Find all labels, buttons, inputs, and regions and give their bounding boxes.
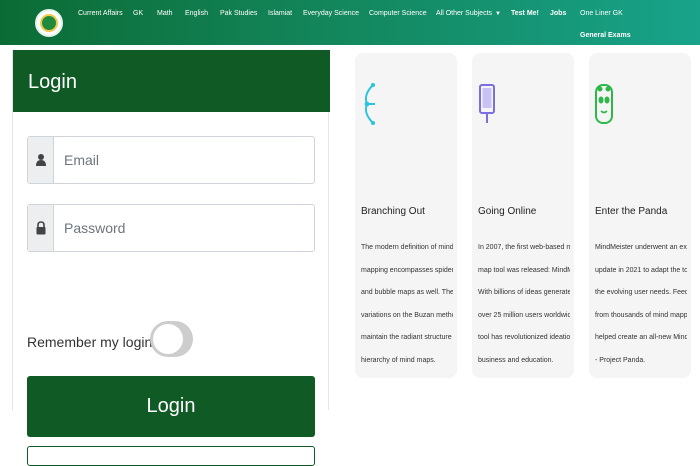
remember-toggle[interactable] — [150, 321, 193, 357]
nav-item-english[interactable]: English — [185, 10, 208, 17]
caret-down-icon: ▼ — [495, 11, 501, 17]
nav-item-jobs[interactable]: Jobs — [550, 10, 566, 17]
email-input[interactable] — [54, 137, 314, 183]
nav-item-islamiat[interactable]: Islamiat — [268, 10, 292, 17]
card-line: variations on the Buzan method, but — [361, 311, 453, 319]
nav-item-general-exams[interactable]: General Exams — [580, 32, 631, 39]
card-line: helped create an all-new MindMeister — [595, 334, 687, 341]
card-line: hierarchy of mind maps. — [361, 356, 436, 364]
nav-item-computer-science[interactable]: Computer Science — [369, 10, 427, 17]
login-header: Login — [13, 50, 330, 112]
site-logo[interactable] — [35, 9, 63, 37]
nav-item-current-affairs[interactable]: Current Affairs — [78, 10, 123, 17]
card-line: business and education. — [478, 356, 554, 364]
card-description: The modern definition of mind mapping en… — [361, 237, 453, 372]
top-navbar: Current Affairs GK Math English Pak Stud… — [0, 0, 700, 45]
feature-card-branching-out: Branching Out The modern definition of m… — [355, 53, 457, 378]
password-input[interactable] — [54, 205, 314, 251]
nav-item-one-liner-gk[interactable]: One Liner GK — [580, 10, 623, 17]
card-title: Going Online — [478, 206, 537, 217]
logo-emblem-icon — [40, 14, 58, 32]
card-line: tool has revolutionized ideation for — [478, 334, 570, 341]
email-input-group — [27, 136, 315, 184]
nav-item-gk[interactable]: GK — [133, 10, 143, 17]
card-line: from thousands of mind mappers — [595, 311, 687, 319]
card-line: and bubble maps as well. These are — [361, 289, 453, 296]
login-panel: Login Remember my login Login — [12, 50, 330, 466]
card-line: With billions of ideas generated by — [478, 289, 570, 296]
nav-item-pak-studies[interactable]: Pak Studies — [220, 10, 257, 17]
nav-item-everyday-science[interactable]: Everyday Science — [303, 10, 359, 17]
branch-icon — [361, 83, 377, 130]
card-line: The modern definition of mind — [361, 244, 453, 251]
card-line: In 2007, the first web-based mind — [478, 244, 570, 251]
user-icon — [28, 137, 54, 183]
card-description: MindMeister underwent an extensive updat… — [595, 237, 687, 372]
card-description: In 2007, the first web-based mind map to… — [478, 237, 570, 372]
card-line: - Project Panda. — [595, 356, 646, 364]
card-title: Branching Out — [361, 206, 425, 217]
nav-item-all-other-subjects[interactable]: All Other Subjects ▼ — [436, 10, 501, 17]
panda-icon — [595, 83, 613, 130]
nav-item-test-me[interactable]: Test Me! — [511, 10, 539, 17]
lock-icon — [28, 205, 54, 251]
phone-icon — [478, 83, 496, 130]
card-line: mapping encompasses spider maps — [361, 266, 453, 274]
card-line: MindMeister underwent an extensive — [595, 244, 687, 251]
card-line: maintain the radiant structure and — [361, 334, 453, 341]
nav-item-math[interactable]: Math — [157, 10, 173, 17]
feature-card-going-online: Going Online In 2007, the first web-base… — [472, 53, 574, 378]
nav-item-all-other-subjects-label: All Other Subjects — [436, 10, 493, 17]
card-line: over 25 million users worldwide, the — [478, 311, 570, 319]
card-line: the evolving user needs. Feedback — [595, 289, 687, 296]
toggle-knob — [153, 324, 183, 354]
feature-card-enter-the-panda: Enter the Panda MindMeister underwent an… — [589, 53, 691, 378]
card-title: Enter the Panda — [595, 206, 668, 217]
card-line: update in 2021 to adapt the tool to — [595, 266, 687, 274]
login-button[interactable]: Login — [27, 376, 315, 437]
card-line: map tool was released: MindMeister. — [478, 266, 570, 274]
password-input-group — [27, 204, 315, 252]
secondary-button[interactable] — [27, 446, 315, 466]
remember-label: Remember my login — [27, 334, 153, 350]
